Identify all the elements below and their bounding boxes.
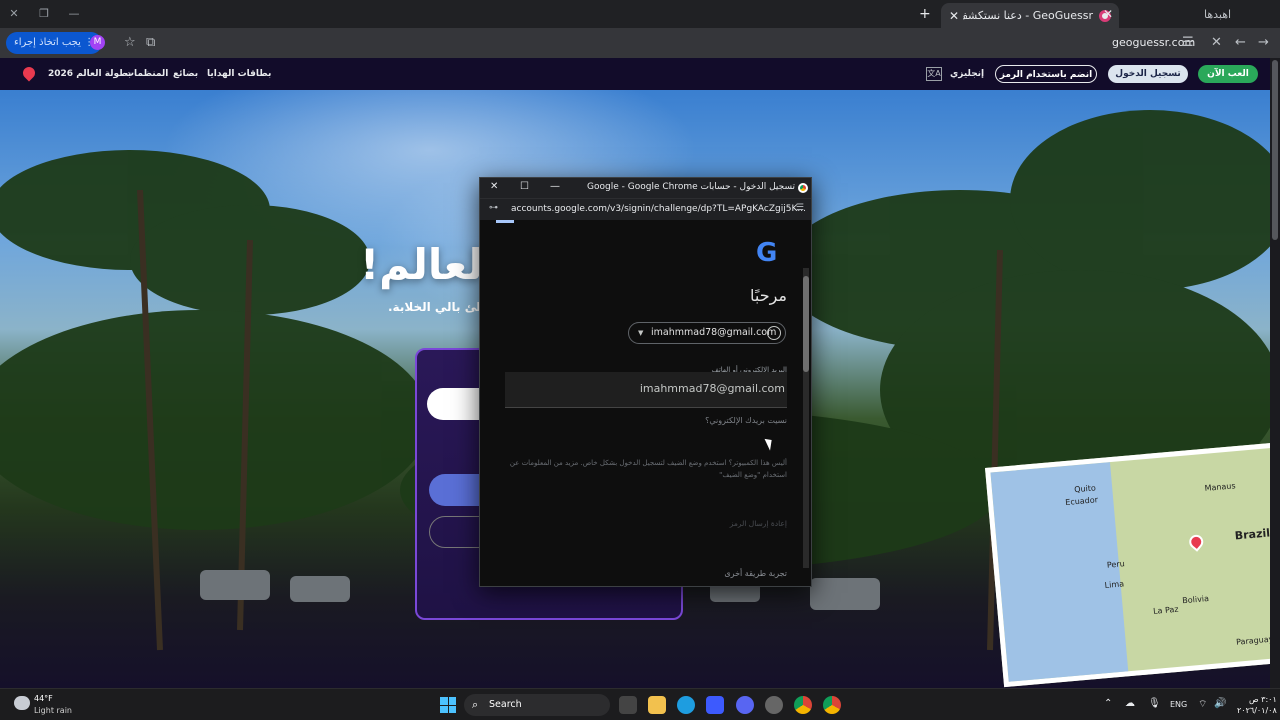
clock-time: ٣:٠١ ص	[1248, 695, 1277, 704]
map-pin-icon	[1186, 532, 1207, 552]
file-explorer-icon[interactable]	[648, 696, 666, 714]
taskbar: 44°F Light rain ⌕ Search ⌃ ☁ 🎙 ENG ⌔ 🔊 ٣…	[0, 688, 1280, 720]
store-icon[interactable]	[706, 696, 724, 714]
try-another-way-link[interactable]: تجربة طريقة أخرى	[724, 569, 787, 578]
discord-icon[interactable]	[736, 696, 754, 714]
nav-world-cup[interactable]: بطولة العالم 2026	[48, 69, 131, 79]
google-logo-icon: G	[756, 238, 778, 268]
chrome-icon	[798, 183, 808, 193]
popup-titlebar: ✕ ☐ — تسجيل الدخول - حسابات Google - Goo…	[480, 178, 811, 198]
tab-close-icon[interactable]: ✕	[949, 9, 963, 23]
tab-geoguessr[interactable]: ✕ GeoGuessr - دعنا نستكشف العالم	[941, 3, 1119, 28]
onedrive-cloud-icon[interactable]: ☁	[1125, 698, 1135, 709]
chevron-down-icon: ▼	[638, 329, 644, 337]
window-close-button[interactable]: ✕	[6, 6, 22, 22]
tab-title: GeoGuessr - دعنا نستكشف العالم	[963, 9, 1093, 22]
taskbar-search[interactable]: ⌕ Search	[464, 694, 610, 716]
tab-strip: ✕ ❐ — + ✕ GeoGuessr - دعنا نستكشف العالم…	[0, 0, 1280, 28]
google-signin-popup: ✕ ☐ — تسجيل الدخول - حسابات Google - Goo…	[479, 177, 812, 587]
map-label: Peru	[1106, 559, 1126, 570]
microphone-icon[interactable]: 🎙	[1148, 698, 1161, 709]
popup-close-icon[interactable]: ✕	[490, 181, 498, 192]
page-scrollbar-thumb[interactable]	[1272, 60, 1278, 240]
welcome-heading: مرحبًا	[750, 286, 787, 305]
site-header: بطولة العالم 2026 المنظمات بضائع بطاقات …	[0, 58, 1280, 90]
popup-url[interactable]: accounts.google.com/v3/signin/challenge/…	[511, 204, 806, 214]
map-label: Brazil	[1234, 526, 1271, 543]
map-label: Quito	[1073, 483, 1097, 495]
chrome-icon[interactable]	[794, 696, 812, 714]
task-view-icon[interactable]	[619, 696, 637, 714]
map-preview-card: Quito Ecuador Manaus Brazil Peru Lima Bo…	[985, 441, 1280, 688]
forgot-email-link[interactable]: نسيت بريدك الإلكتروني؟	[705, 416, 787, 425]
taskbar-search-label: Search	[489, 699, 522, 710]
nav-merch[interactable]: بضائع	[173, 69, 198, 79]
login-button[interactable]: تسجيل الدخول	[1108, 65, 1188, 83]
join-with-code-button[interactable]: انضم باستخدام الرمز	[995, 65, 1097, 83]
guest-mode-text: أليس هذا الكمبيوتر؟ استخدم وضع الضيف لتس…	[509, 459, 787, 479]
settings-gear-icon[interactable]	[765, 696, 783, 714]
map-ocean	[990, 462, 1131, 688]
map-label: Bolivia	[1181, 593, 1210, 606]
popup-settings-icon[interactable]: ☰	[796, 203, 804, 213]
popup-title: تسجيل الدخول - حسابات Google - Google Ch…	[587, 182, 795, 192]
volume-icon[interactable]: 🔊	[1214, 698, 1226, 709]
extension-action-label: يجب اتخاذ إجراء	[14, 37, 81, 48]
hero-title: العالم!	[360, 240, 498, 289]
signin-body: G مرحبًا ▼ imahmmad78@gmail.com البريد ا…	[480, 220, 811, 586]
tab-close-icon-2[interactable]: ✕	[1103, 7, 1113, 21]
connection-icon[interactable]: ⊶	[489, 203, 498, 213]
map-label: La Paz	[1152, 604, 1179, 616]
wifi-icon[interactable]: ⌔	[1198, 698, 1207, 711]
account-chip[interactable]: ▼ imahmmad78@gmail.com	[628, 322, 786, 344]
install-app-icon[interactable]: ⧉	[146, 35, 155, 50]
search-icon: ⌕	[472, 698, 479, 711]
window-minimize-button[interactable]: —	[66, 6, 82, 22]
weather-temperature[interactable]: 44°F	[34, 694, 53, 703]
map-label: Lima	[1104, 579, 1125, 590]
geoguessr-logo-icon[interactable]	[20, 64, 38, 82]
language-selector[interactable]: إنجليزي	[950, 69, 984, 79]
weather-description[interactable]: Light rain	[34, 706, 72, 715]
new-tab-button[interactable]: +	[919, 6, 931, 22]
window-restore-button[interactable]: ❐	[36, 6, 52, 22]
input-language[interactable]: ENG	[1170, 700, 1187, 709]
popup-minimize-icon[interactable]: —	[550, 181, 560, 192]
loading-progress	[496, 220, 514, 223]
nav-organizations[interactable]: المنظمات	[125, 69, 168, 79]
weather-cloud-icon[interactable]	[14, 696, 30, 710]
address-bar: ⋮ يجب اتخاذ إجراء M ☆ ⧉ geoguessr.com ☰ …	[0, 28, 1280, 58]
forward-arrow-icon[interactable]: ←	[1235, 35, 1246, 50]
system-clock[interactable]: ٣:٠١ ص ٢٠٢٦/٠١/٠٨	[1237, 694, 1277, 716]
map-label: Manaus	[1204, 481, 1236, 493]
profile-avatar[interactable]: M	[90, 35, 105, 50]
start-windows-icon[interactable]	[440, 697, 456, 713]
tab-search[interactable]: اهبدها	[1204, 8, 1231, 21]
popup-maximize-icon[interactable]: ☐	[520, 181, 529, 192]
map-label: Paraguay	[1235, 634, 1274, 647]
site-settings-icon[interactable]: ☰	[1182, 35, 1194, 50]
play-now-button[interactable]: العب الآن	[1198, 65, 1258, 83]
email-field[interactable]: imahmmad78@gmail.com	[505, 372, 787, 408]
account-email: imahmmad78@gmail.com	[651, 327, 777, 338]
extension-action-button[interactable]: ⋮ يجب اتخاذ إجراء	[6, 32, 103, 54]
email-field-value: imahmmad78@gmail.com	[639, 382, 785, 395]
nav-gift-cards[interactable]: بطاقات الهدايا	[207, 69, 271, 79]
back-arrow-icon[interactable]: →	[1258, 35, 1269, 50]
popup-scrollbar-thumb[interactable]	[803, 276, 809, 372]
bookmark-star-icon[interactable]: ☆	[124, 35, 136, 50]
tray-chevron-icon[interactable]: ⌃	[1104, 698, 1112, 709]
translate-icon[interactable]: 文A	[926, 67, 942, 81]
popup-url-bar: ⊶ accounts.google.com/v3/signin/challeng…	[480, 198, 811, 220]
edge-icon[interactable]	[677, 696, 695, 714]
resend-code-link[interactable]: إعادة إرسال الرمز	[730, 519, 787, 528]
stop-loading-icon[interactable]: ✕	[1211, 35, 1222, 50]
account-avatar-icon	[767, 326, 781, 340]
clock-date: ٢٠٢٦/٠١/٠٨	[1237, 706, 1277, 715]
chrome-profile-icon[interactable]	[823, 696, 841, 714]
